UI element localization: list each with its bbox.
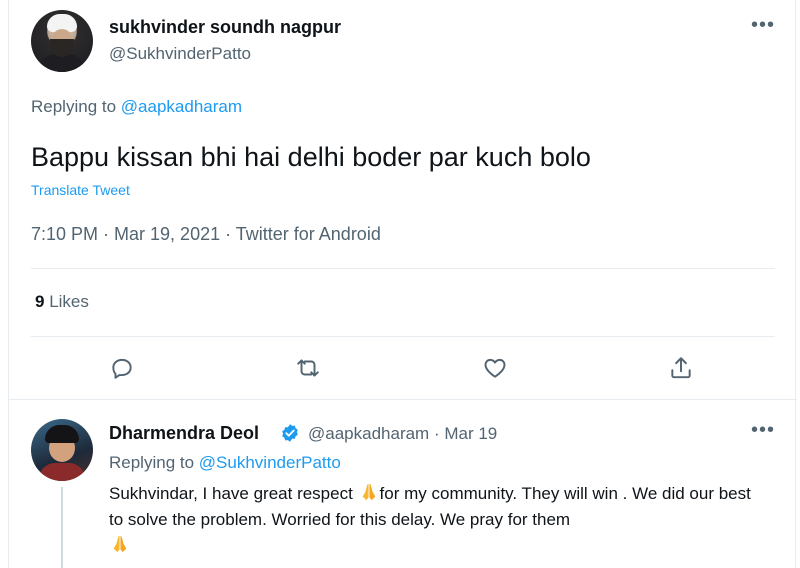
reply-text-part1: Sukhvindar, I have great respect <box>109 484 358 503</box>
folded-hands-icon <box>113 535 127 553</box>
divider <box>31 268 775 269</box>
author-name[interactable]: sukhvinder soundh nagpur <box>109 17 341 38</box>
translate-tweet-link[interactable]: Translate Tweet <box>31 182 130 198</box>
author-name[interactable]: Dharmendra Deol <box>109 423 259 444</box>
reply-tweet[interactable]: Dharmendra Deol @aapkadharam · Mar 19 ••… <box>9 401 797 568</box>
author-handle-time[interactable]: @aapkadharam · Mar 19 <box>308 424 497 444</box>
replying-prefix: Replying to <box>109 453 195 472</box>
avatar-hair <box>45 425 79 443</box>
main-tweet: sukhvinder soundh nagpur @SukhvinderPatt… <box>9 0 797 400</box>
reply-text: Sukhvindar, I have great respect for my … <box>109 481 769 559</box>
likes-count: 9 <box>35 292 45 311</box>
more-horizontal-icon[interactable]: ••• <box>751 419 775 442</box>
likes-label: Likes <box>49 292 89 311</box>
like-icon[interactable] <box>482 355 512 385</box>
tweet-text: Bappu kissan bhi hai delhi boder par kuc… <box>31 142 591 172</box>
avatar[interactable] <box>31 10 93 72</box>
likes-link[interactable]: 9 Likes <box>35 292 89 312</box>
replying-to: Replying to @SukhvinderPatto <box>109 453 341 473</box>
replying-handle-link[interactable]: @aapkadharam <box>121 97 242 116</box>
author-handle[interactable]: @SukhvinderPatto <box>109 44 251 64</box>
replying-handle-link[interactable]: @SukhvinderPatto <box>199 453 341 472</box>
tweet-meta[interactable]: 7:10 PM · Mar 19, 2021 · Twitter for And… <box>31 224 381 245</box>
avatar[interactable] <box>31 419 93 481</box>
replying-prefix: Replying to <box>31 97 117 116</box>
divider <box>31 336 775 337</box>
reply-icon[interactable] <box>109 355 139 385</box>
verified-badge-icon <box>282 424 298 442</box>
more-horizontal-icon[interactable]: ••• <box>751 14 775 37</box>
retweet-icon[interactable] <box>295 355 325 385</box>
share-icon[interactable] <box>668 355 698 385</box>
tweet-thread: sukhvinder soundh nagpur @SukhvinderPatt… <box>8 0 797 568</box>
avatar-shirt <box>39 463 85 481</box>
replying-to: Replying to @aapkadharam <box>31 97 242 117</box>
thread-line <box>61 487 63 568</box>
folded-hands-icon <box>362 483 375 501</box>
